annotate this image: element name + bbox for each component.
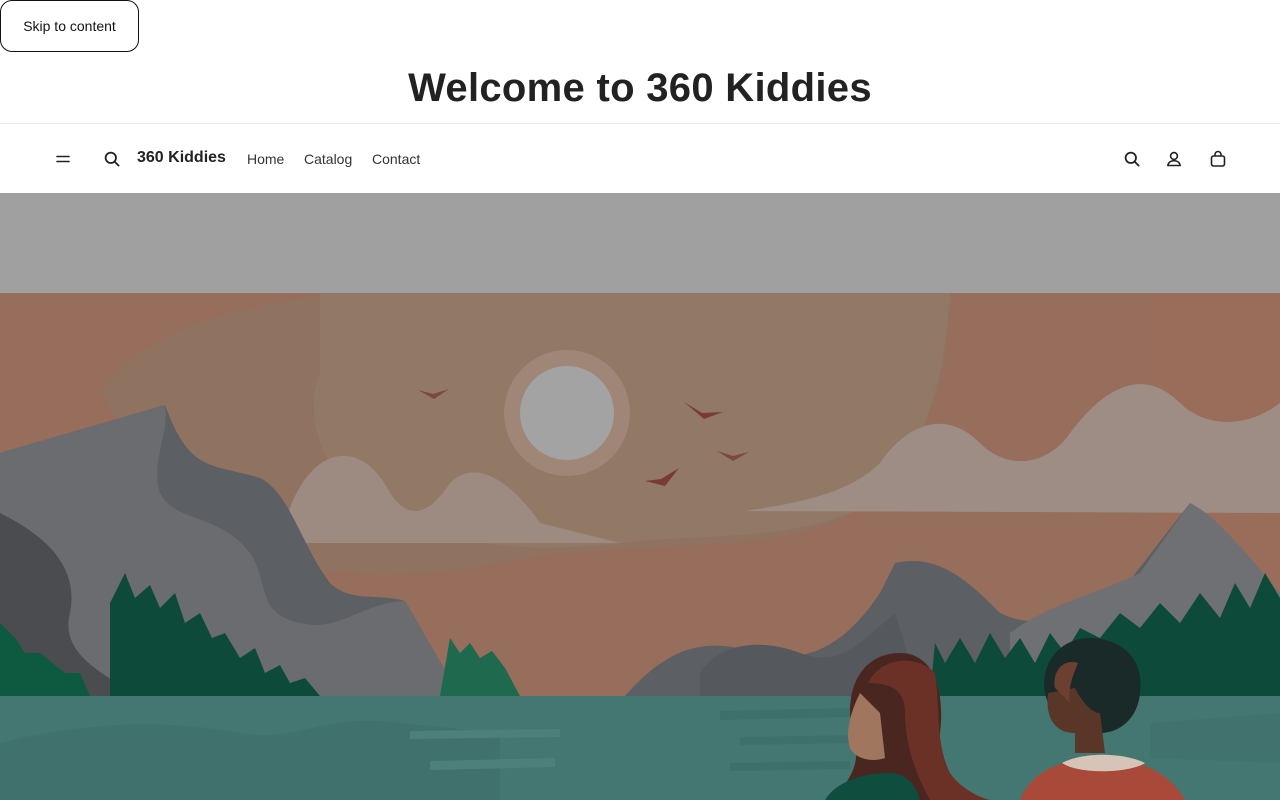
search-icon[interactable] [1120, 147, 1144, 171]
sunset-mountain-lake-illustration [0, 293, 1280, 800]
search-icon[interactable] [100, 147, 124, 171]
hero-top-band [0, 193, 1280, 293]
account-icon[interactable] [1162, 147, 1186, 171]
hero-banner [0, 193, 1280, 800]
nav-item-home[interactable]: Home [247, 151, 284, 167]
page-title: Welcome to 360 Kiddies [408, 66, 872, 110]
hamburger-icon[interactable] [51, 147, 75, 171]
nav-item-contact[interactable]: Contact [372, 151, 420, 167]
cart-icon[interactable] [1206, 147, 1230, 171]
announcement-bar: Welcome to 360 Kiddies [0, 0, 1280, 124]
site-header: 360 Kiddies Home Catalog Contact [0, 124, 1280, 193]
nav-item-catalog[interactable]: Catalog [304, 151, 352, 167]
skip-to-content-link[interactable]: Skip to content [0, 0, 139, 52]
brand-logo-text[interactable]: 360 Kiddies [137, 149, 226, 167]
